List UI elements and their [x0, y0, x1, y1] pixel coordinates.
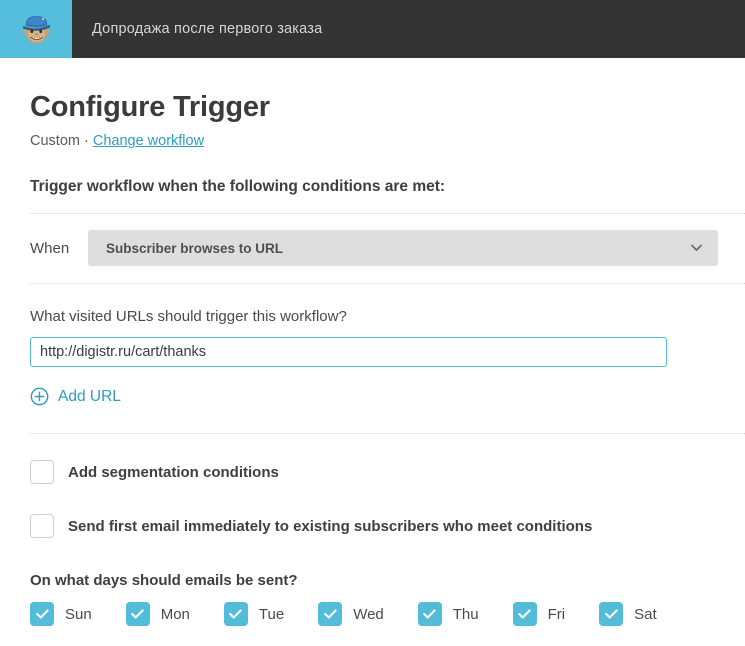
- top-header-bar: Допродажа после первого заказа: [0, 0, 745, 58]
- day-item-sat[interactable]: Sat: [599, 602, 657, 626]
- chevron-down-icon: [691, 244, 702, 252]
- trigger-type-select[interactable]: Subscriber browses to URL: [88, 230, 718, 266]
- option-label-segmentation: Add segmentation conditions: [68, 463, 279, 481]
- day-item-wed[interactable]: Wed: [318, 602, 384, 626]
- day-item-fri[interactable]: Fri: [512, 602, 566, 626]
- checkbox-day-tue[interactable]: [223, 602, 248, 626]
- checkbox-day-sun[interactable]: [30, 602, 54, 626]
- divider-after-add-url: [30, 433, 745, 434]
- when-row: When Subscriber browses to URL: [30, 230, 745, 266]
- option-row-send-first-email[interactable]: Send first email immediately to existing…: [30, 514, 745, 538]
- day-label-sat: Sat: [634, 605, 657, 623]
- day-item-mon[interactable]: Mon: [125, 602, 190, 626]
- mailchimp-logo-block[interactable]: [0, 0, 72, 58]
- day-item-thu[interactable]: Thu: [417, 602, 479, 626]
- add-url-label: Add URL: [58, 387, 121, 405]
- workflow-title: Допродажа после первого заказа: [92, 21, 323, 37]
- add-url-button[interactable]: Add URL: [30, 387, 121, 406]
- checkbox-day-wed[interactable]: [318, 602, 343, 626]
- day-item-sun[interactable]: Sun: [30, 602, 92, 626]
- checkbox-day-fri[interactable]: [512, 602, 537, 626]
- plus-circle-icon: [30, 387, 49, 406]
- checkbox-add-segmentation-conditions[interactable]: [30, 460, 54, 484]
- days-heading: On what days should emails be sent?: [30, 572, 298, 589]
- day-label-tue: Tue: [258, 605, 285, 623]
- url-input[interactable]: [30, 337, 667, 367]
- day-label-sun: Sun: [65, 605, 92, 623]
- workflow-type-label: Custom ·: [30, 133, 93, 149]
- change-workflow-link[interactable]: Change workflow: [93, 133, 204, 149]
- trigger-type-selected-value: Subscriber browses to URL: [106, 240, 284, 256]
- checkbox-day-sat[interactable]: [599, 602, 624, 626]
- breadcrumb-subtitle: Custom · Change workflow: [30, 133, 745, 149]
- checkbox-send-first-email[interactable]: [30, 514, 54, 538]
- days-checkbox-row: Sun Mon Tue Wed Thu Fri Sat: [30, 602, 745, 626]
- page-body: Configure Trigger Custom · Change workfl…: [0, 58, 745, 626]
- option-label-send-first-email: Send first email immediately to existing…: [68, 517, 593, 535]
- when-label: When: [30, 239, 70, 257]
- day-label-wed: Wed: [353, 605, 384, 623]
- mailchimp-freddie-icon: [17, 10, 55, 48]
- day-item-tue[interactable]: Tue: [223, 602, 285, 626]
- checkbox-day-thu[interactable]: [417, 602, 442, 626]
- divider-top: [30, 213, 745, 214]
- option-row-segmentation[interactable]: Add segmentation conditions: [30, 460, 745, 484]
- checkbox-day-mon[interactable]: [125, 602, 150, 626]
- day-label-mon: Mon: [160, 605, 190, 623]
- conditions-heading: Trigger workflow when the following cond…: [30, 178, 446, 195]
- day-label-thu: Thu: [452, 605, 479, 623]
- day-label-fri: Fri: [547, 605, 566, 623]
- url-question-label: What visited URLs should trigger this wo…: [30, 308, 347, 325]
- divider-after-when: [30, 283, 745, 284]
- page-title: Configure Trigger: [30, 91, 270, 123]
